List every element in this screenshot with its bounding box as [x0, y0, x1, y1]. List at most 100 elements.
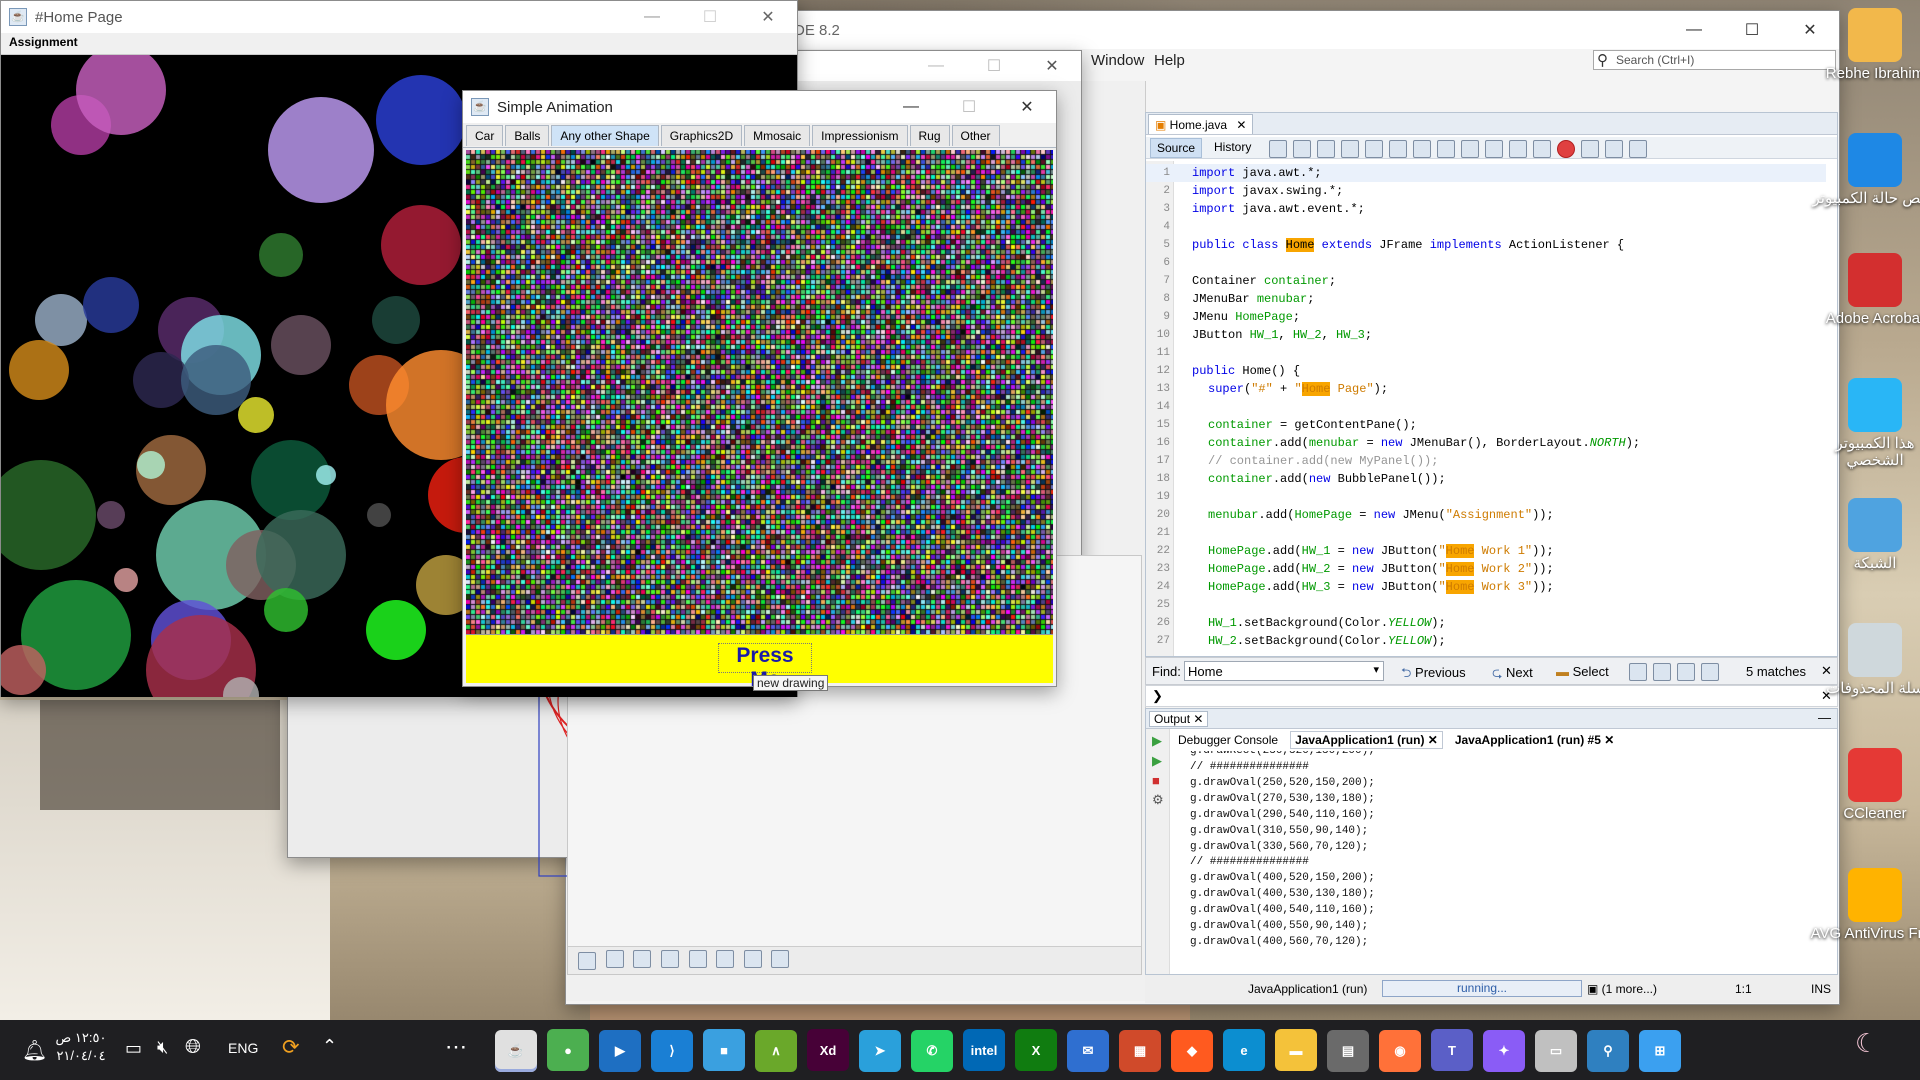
- tool-icon[interactable]: [688, 949, 707, 968]
- teams-icon[interactable]: T: [1431, 1029, 1473, 1071]
- toolbar-icon[interactable]: [1413, 140, 1431, 158]
- tab-source[interactable]: Source: [1150, 138, 1203, 158]
- notification-bell-icon[interactable]: 🔔︎: [22, 1038, 47, 1063]
- rerun-icon[interactable]: ▶: [1152, 733, 1163, 749]
- stop-icon[interactable]: ■: [1152, 773, 1163, 788]
- find-input[interactable]: Home ▾: [1184, 661, 1384, 681]
- telegram-icon[interactable]: ➤: [859, 1029, 901, 1072]
- match-case-icon[interactable]: [1626, 663, 1722, 681]
- desktop-icon[interactable]: سلة المحذوفات: [1810, 623, 1920, 698]
- tab-impressionism[interactable]: Impressionism: [812, 125, 908, 146]
- sync-icon[interactable]: ⟳: [282, 1035, 300, 1060]
- find-icon[interactable]: [1341, 140, 1359, 158]
- start-icon[interactable]: ⊞: [1639, 1029, 1681, 1072]
- maximize-icon[interactable]: ☐: [681, 1, 739, 33]
- tool-icon[interactable]: [605, 949, 624, 968]
- desktop-icon[interactable]: الشبكة: [1810, 498, 1920, 573]
- settings-icon[interactable]: ⚙: [1152, 792, 1164, 808]
- desktop-icon[interactable]: AVG AntiVirus Free: [1810, 868, 1920, 943]
- maximize-icon[interactable]: ☐: [940, 91, 998, 123]
- vscode-icon[interactable]: ⟩: [651, 1029, 693, 1072]
- desktop-icon[interactable]: فحص حالة الكمبيوتر: [1810, 133, 1920, 208]
- tool-icon[interactable]: [743, 949, 762, 968]
- app-icon[interactable]: ■: [703, 1029, 745, 1071]
- toolbar-icon[interactable]: [1605, 140, 1623, 158]
- tool-icon[interactable]: [716, 949, 735, 968]
- mail-icon[interactable]: ✉: [1067, 1029, 1109, 1072]
- rerun-icon[interactable]: ▶: [1152, 753, 1163, 769]
- toolbar-icon[interactable]: [1629, 140, 1647, 158]
- code-area[interactable]: 1 import java.awt.*; 2 import javax.swing.*…: [1146, 161, 1837, 656]
- whatsapp-icon[interactable]: ✆: [911, 1029, 953, 1072]
- more-icon[interactable]: ⋯: [445, 1034, 467, 1060]
- maximize-icon[interactable]: ☐: [1723, 14, 1781, 46]
- toolbar-icon[interactable]: [1509, 140, 1527, 158]
- edge-icon[interactable]: e: [1223, 1029, 1265, 1071]
- toolbar-icon[interactable]: [1437, 140, 1455, 158]
- intel-icon[interactable]: intel: [963, 1029, 1005, 1071]
- toolbar-icon[interactable]: [1389, 140, 1407, 158]
- tab-other[interactable]: Other: [951, 125, 1000, 146]
- minimize-icon[interactable]: —: [907, 50, 965, 82]
- toolbar-icon[interactable]: [1293, 140, 1311, 158]
- battery-icon[interactable]: ▭: [125, 1038, 142, 1059]
- tab-balls[interactable]: Balls: [505, 125, 550, 146]
- menu-window[interactable]: Window: [1091, 52, 1144, 69]
- output-text[interactable]: g.drawRect(250,520,150,200); // #########…: [1190, 751, 1790, 951]
- toolbar-icon[interactable]: [1269, 140, 1287, 158]
- output-title[interactable]: Output ✕: [1149, 711, 1209, 727]
- menu-assignment[interactable]: Assignment: [1, 33, 86, 51]
- firefox-icon[interactable]: ◉: [1379, 1029, 1421, 1072]
- minimize-icon[interactable]: —: [1665, 14, 1723, 46]
- menu-help[interactable]: Help: [1154, 52, 1185, 69]
- chevron-up-icon[interactable]: ⌃: [322, 1036, 337, 1057]
- minimize-icon[interactable]: —: [623, 1, 681, 33]
- tab-mmosaic[interactable]: Mmosaic: [744, 125, 811, 146]
- toolbar-icon[interactable]: [1317, 140, 1335, 158]
- record-icon[interactable]: [1557, 140, 1575, 158]
- tool-icon[interactable]: [633, 949, 652, 968]
- close-icon[interactable]: ✕: [1023, 50, 1081, 82]
- desktop-icon[interactable]: Rebhe Ibrahim: [1810, 8, 1920, 83]
- find-select-button[interactable]: ▬ Select: [1556, 664, 1609, 679]
- multitask-icon[interactable]: ▭: [1535, 1029, 1577, 1072]
- desktop-icon[interactable]: هذا الكمبيوتر الشخصي: [1810, 378, 1920, 469]
- desktop-icon[interactable]: CCleaner: [1810, 748, 1920, 823]
- expand-icon[interactable]: ❯: [1152, 688, 1163, 704]
- calc-icon[interactable]: ▤: [1327, 1029, 1369, 1072]
- explorer-icon[interactable]: ▬: [1275, 1029, 1317, 1071]
- copilot-icon[interactable]: ✦: [1483, 1029, 1525, 1072]
- close-icon[interactable]: ✕: [998, 91, 1056, 123]
- weather-widget[interactable]: ☾: [1855, 1028, 1905, 1072]
- globe-icon[interactable]: 🌐︎: [185, 1036, 201, 1059]
- close-tab-icon[interactable]: ✕: [1193, 712, 1203, 726]
- clock[interactable]: ١٢:٥٠ ص ٢١/٠٤/٠٤: [52, 1029, 110, 1065]
- chevron-down-icon[interactable]: ▾: [1373, 663, 1379, 676]
- find-next-button[interactable]: ⮎ Next: [1492, 664, 1533, 686]
- tool-icon[interactable]: [771, 949, 790, 968]
- minimize-icon[interactable]: —: [882, 91, 940, 123]
- files-icon[interactable]: ▶: [599, 1029, 641, 1072]
- search-box[interactable]: ⚲ Search (Ctrl+I): [1593, 50, 1836, 70]
- toolbar-icon[interactable]: [1461, 140, 1479, 158]
- find-previous-button[interactable]: ⮌ Previous: [1401, 664, 1466, 686]
- file-tab-home-java[interactable]: ▣ Home.java ✕: [1148, 114, 1254, 134]
- java-icon[interactable]: ☕: [495, 1029, 537, 1072]
- toolbar-icon[interactable]: [1485, 140, 1503, 158]
- status-more[interactable]: ▣ (1 more...): [1587, 982, 1657, 996]
- desktop-icon[interactable]: Adobe Acrobat: [1810, 253, 1920, 328]
- tab-rug[interactable]: Rug: [909, 125, 950, 146]
- output-tab[interactable]: JavaApplication1 (run) ✕: [1290, 731, 1443, 749]
- maximize-icon[interactable]: ☐: [965, 50, 1023, 82]
- close-icon[interactable]: ✕: [739, 1, 797, 33]
- stop-icon[interactable]: [1581, 140, 1599, 158]
- close-tab-icon[interactable]: ✕: [1236, 118, 1246, 132]
- press-me-button[interactable]: Press Me: [718, 643, 812, 691]
- xbox-icon[interactable]: X: [1015, 1029, 1057, 1071]
- search-icon[interactable]: ⚲: [1587, 1029, 1629, 1072]
- toolbar-icon[interactable]: [1533, 140, 1551, 158]
- output-tab[interactable]: Debugger Console: [1174, 732, 1282, 748]
- app2-icon[interactable]: ◆: [1171, 1029, 1213, 1072]
- palette-icon[interactable]: [578, 952, 596, 970]
- tab-any-other-shape[interactable]: Any other Shape: [551, 125, 659, 146]
